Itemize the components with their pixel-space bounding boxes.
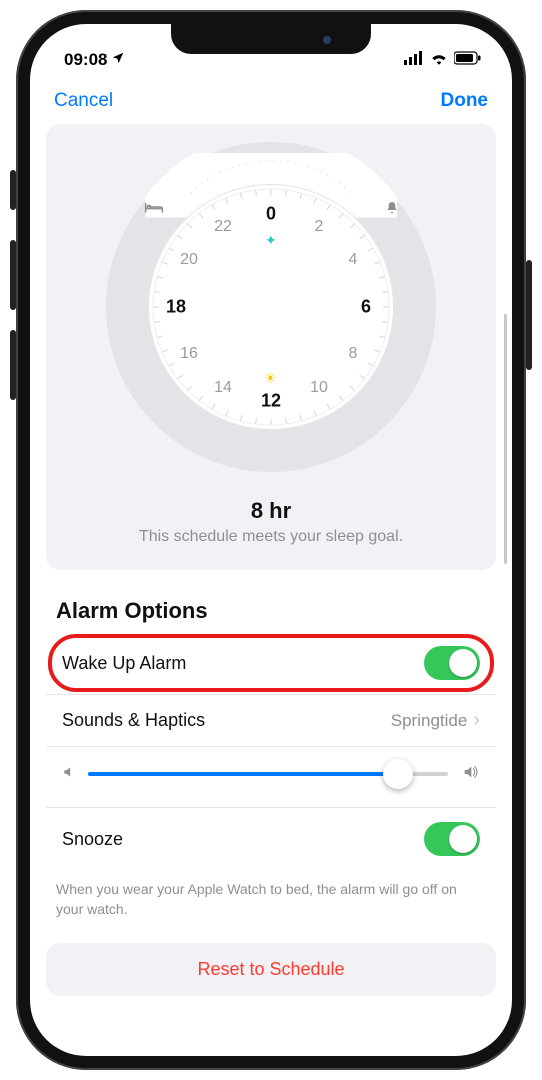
notch (171, 24, 371, 54)
sounds-label: Sounds & Haptics (62, 710, 205, 731)
done-button[interactable]: Done (441, 90, 489, 112)
snooze-toggle[interactable] (424, 822, 480, 856)
row-snooze[interactable]: Snooze (46, 808, 496, 870)
battery-icon (454, 50, 482, 70)
row-wake-up-alarm[interactable]: Wake Up Alarm (46, 632, 496, 695)
bed-icon (144, 200, 164, 219)
wifi-icon (430, 50, 448, 70)
cellular-icon (404, 50, 424, 70)
screen: 09:08 Cancel Done (30, 24, 512, 1056)
nav-bar: Cancel Done (30, 74, 512, 124)
location-icon (111, 50, 125, 70)
sleep-goal-message: This schedule meets your sleep goal. (139, 528, 403, 546)
bell-icon (384, 200, 400, 221)
volume-slider[interactable] (88, 759, 448, 789)
slider-thumb[interactable] (383, 759, 413, 789)
section-alarm-options: Alarm Options (56, 598, 492, 624)
wake-up-toggle[interactable] (424, 646, 480, 680)
row-volume-slider (46, 747, 496, 808)
wake-up-label: Wake Up Alarm (62, 653, 186, 674)
sleep-dial-card: 0 2 4 6 8 10 12 14 16 18 20 22 ✦ ☀ 8 hr (46, 124, 496, 570)
chevron-right-icon: › (473, 709, 480, 732)
phone-frame: 09:08 Cancel Done (16, 10, 526, 1070)
sleep-duration: 8 hr (139, 498, 403, 524)
row-sounds-haptics[interactable]: Sounds & Haptics Springtide › (46, 695, 496, 747)
volume-high-icon (460, 764, 480, 784)
scroll-indicator[interactable] (504, 314, 507, 564)
sounds-value: Springtide (391, 711, 468, 731)
cancel-button[interactable]: Cancel (54, 90, 113, 112)
watch-hint: When you wear your Apple Watch to bed, t… (56, 880, 486, 919)
volume-low-icon (62, 765, 76, 783)
status-time: 09:08 (64, 50, 107, 70)
sleep-dial[interactable]: 0 2 4 6 8 10 12 14 16 18 20 22 ✦ ☀ (106, 142, 436, 472)
reset-button[interactable]: Reset to Schedule (46, 943, 496, 996)
sleep-summary: 8 hr This schedule meets your sleep goal… (139, 498, 403, 546)
sun-icon: ☀ (264, 370, 277, 387)
snooze-label: Snooze (62, 829, 123, 850)
alarm-options-group: Wake Up Alarm Sounds & Haptics Springtid… (46, 632, 496, 870)
reset-label: Reset to Schedule (197, 959, 344, 979)
sparkle-icon: ✦ (265, 232, 277, 249)
